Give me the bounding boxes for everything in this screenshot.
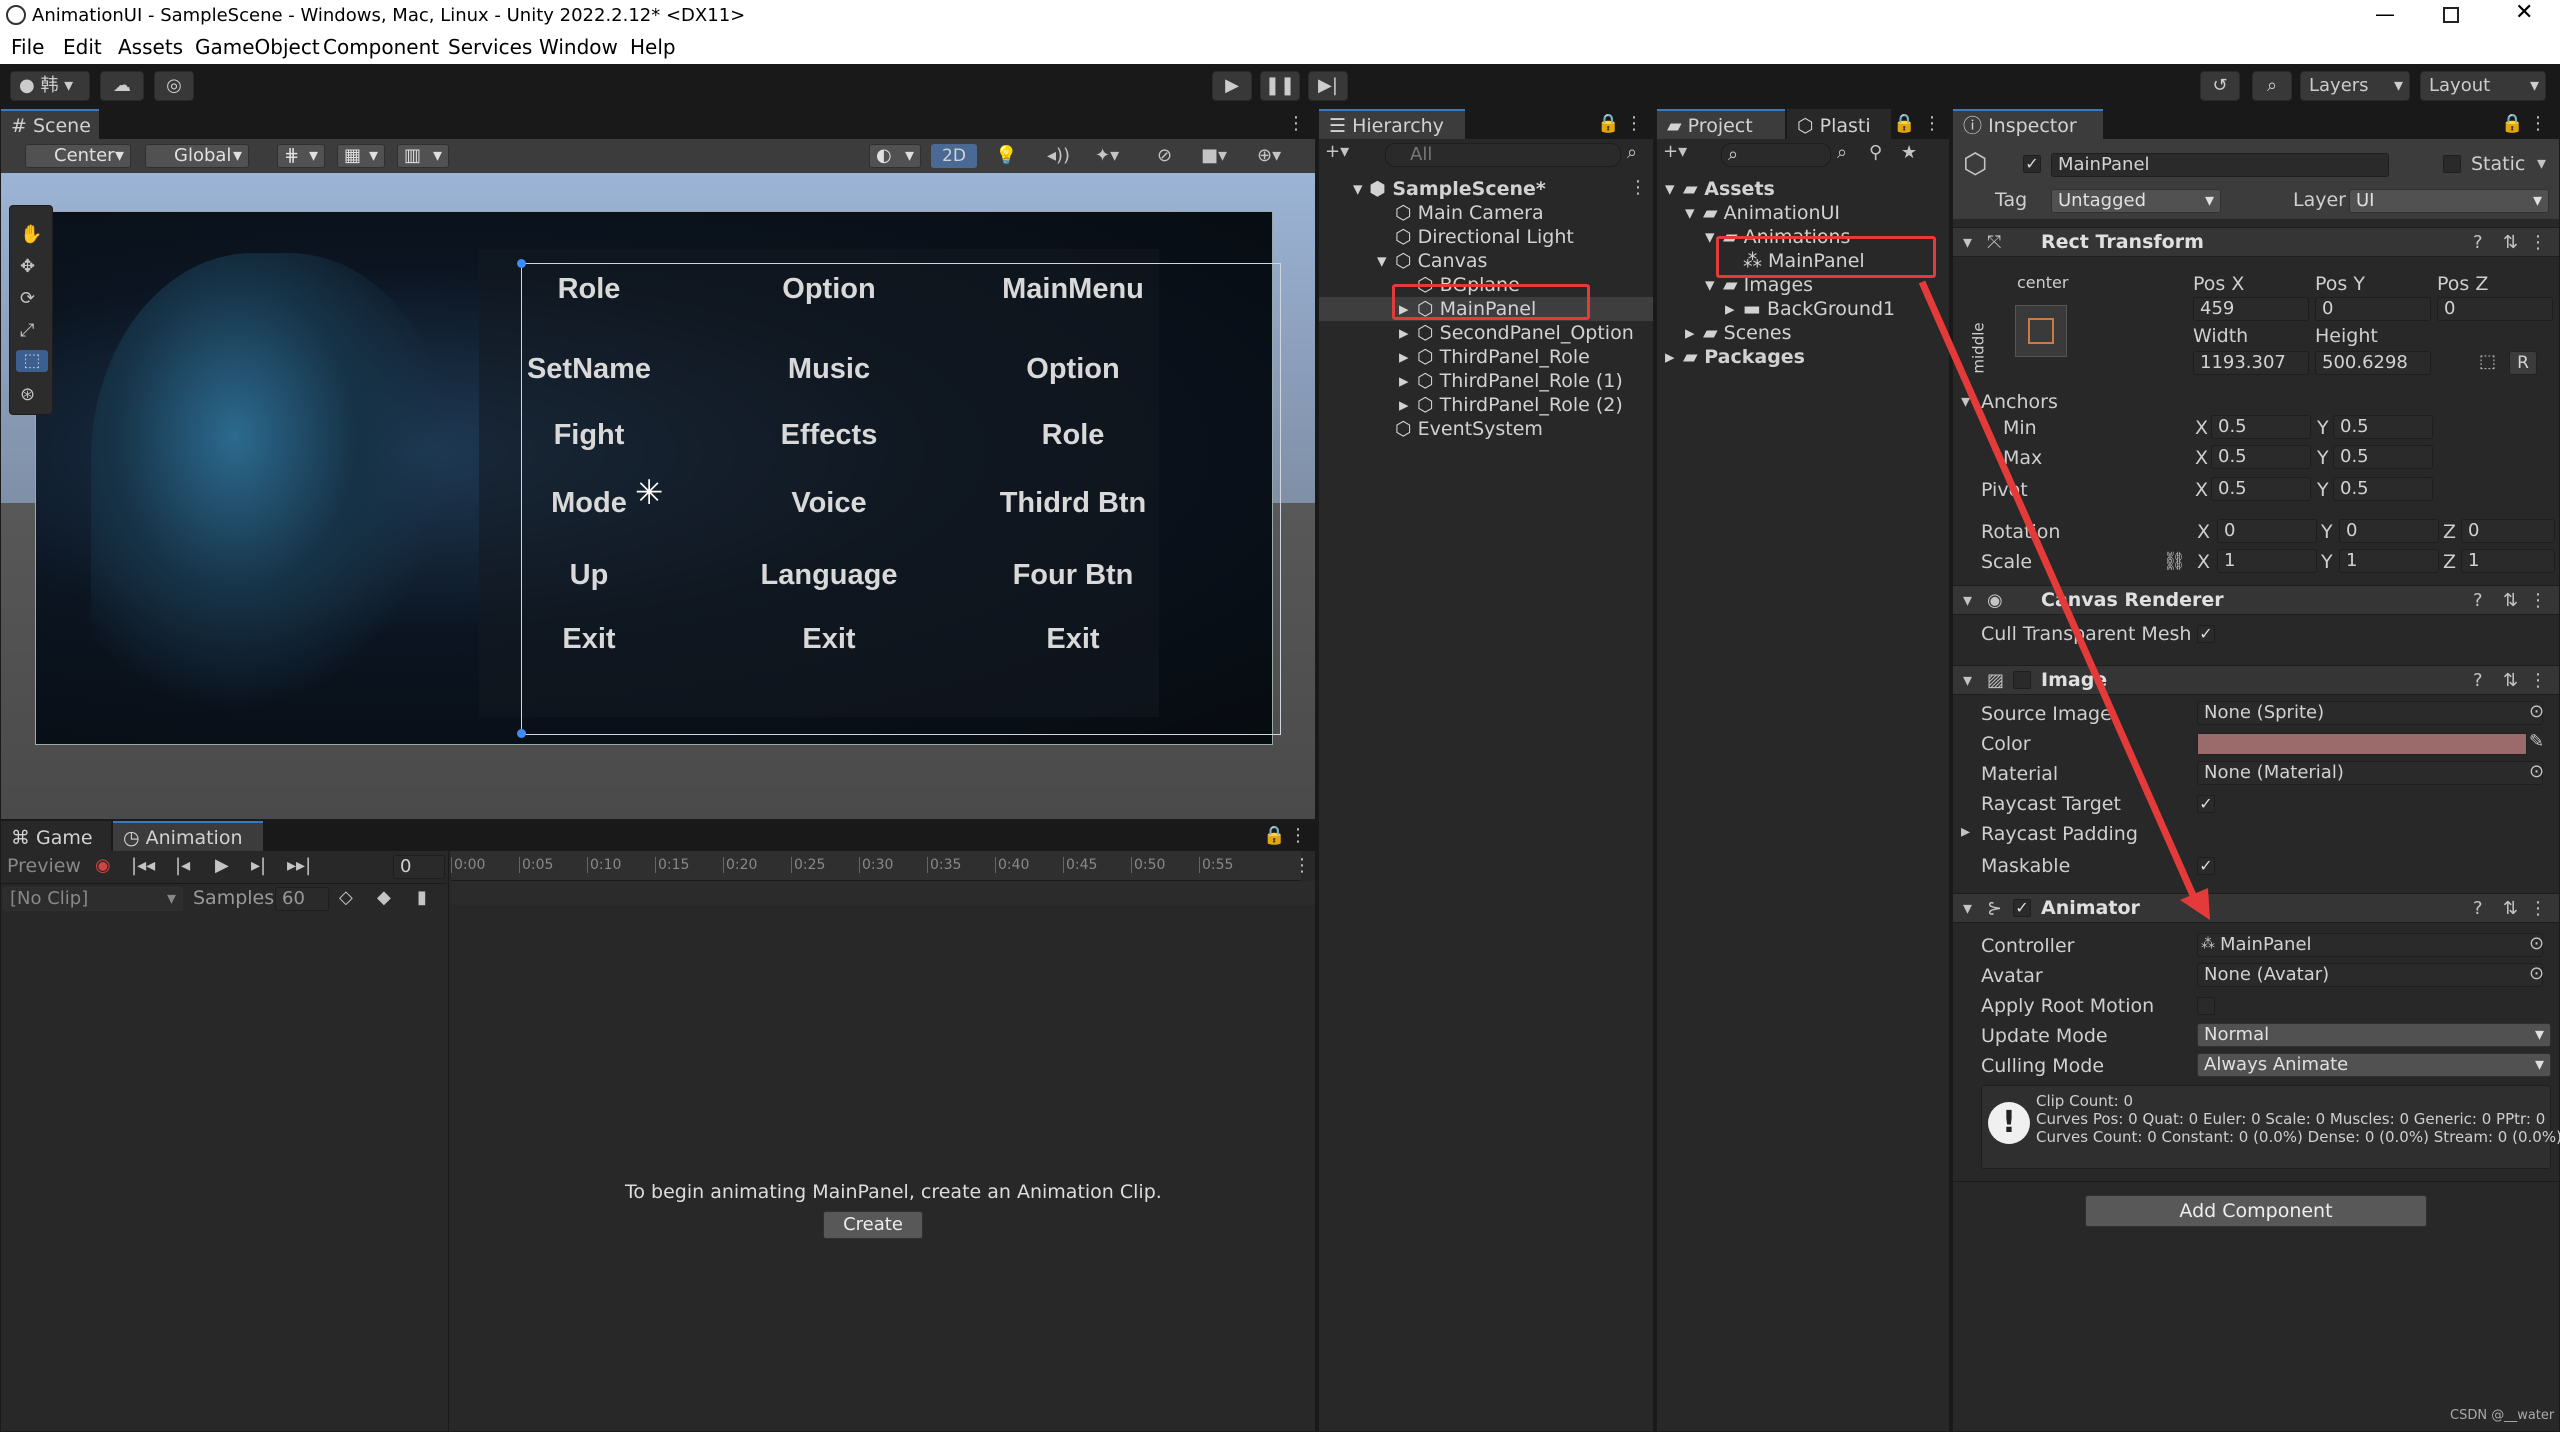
watermark: CSDN @__water xyxy=(2450,1408,2555,1423)
arrow-line xyxy=(1918,280,2200,904)
annotation-arrow xyxy=(1918,280,2210,920)
